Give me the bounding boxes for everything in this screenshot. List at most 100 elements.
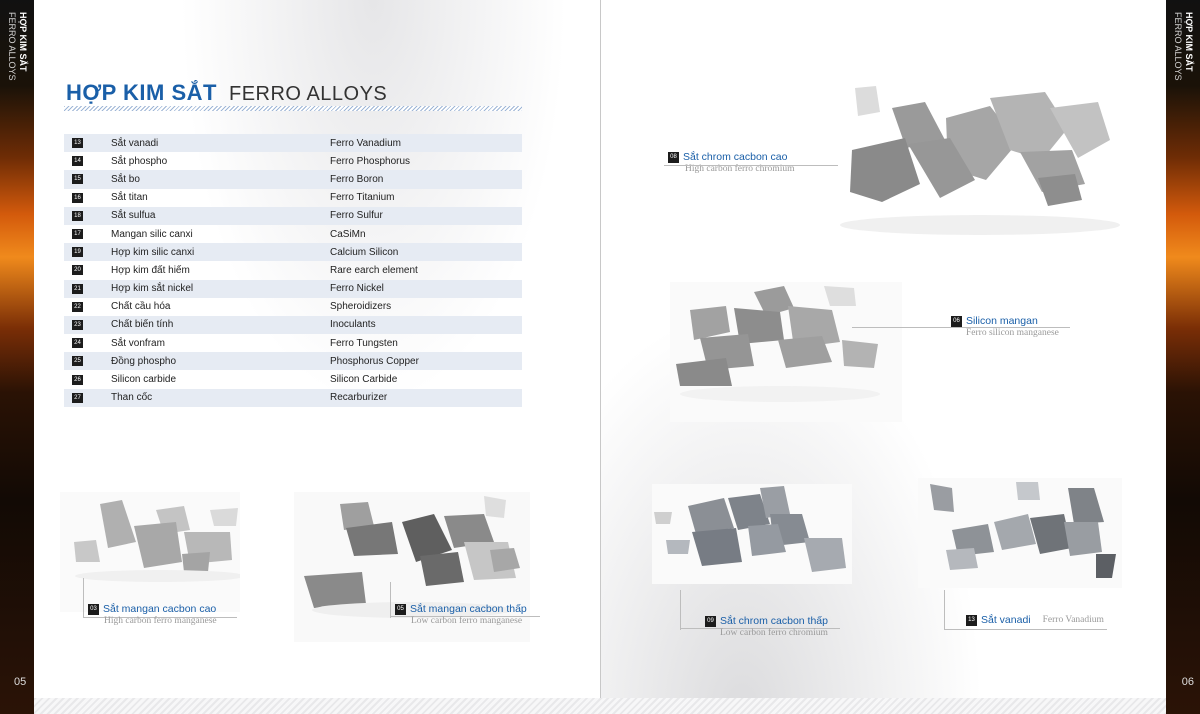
product-photo-high-carbon-ferro-manganese (60, 492, 240, 612)
caption-number: 06 (951, 315, 962, 327)
row-english-name: Ferro Tungsten (330, 337, 398, 349)
page-title: HỢP KIM SẮT FERRO ALLOYS (66, 80, 387, 108)
caption-high-carbon-ferro-chromium: 08 Sắt chrom cacbon cao High carbon ferr… (668, 151, 794, 174)
row-number-badge: 26 (72, 374, 83, 385)
caption-subtitle: Ferro Vanadium (1042, 615, 1104, 625)
caption-subtitle: Ferro silicon manganese (966, 328, 1059, 338)
table-row: 27 Than cốc Recarburizer (64, 388, 522, 407)
caption-high-carbon-ferro-manganese: 03 Sắt mangan cacbon cao High carbon fer… (88, 603, 217, 626)
row-vietnamese-name: Than cốc (111, 392, 153, 404)
row-english-name: Phosphorus Copper (330, 355, 419, 367)
row-english-name: Silicon Carbide (330, 374, 398, 386)
row-vietnamese-name: Sắt vanadi (111, 137, 159, 149)
table-row: 26 Silicon carbide Silicon Carbide (64, 370, 522, 388)
caption-title: Sắt mangan cacbon thấp (410, 603, 527, 615)
bottom-stripe (34, 698, 1166, 714)
row-vietnamese-name: Chất cầu hóa (111, 301, 171, 313)
row-english-name: Calcium Silicon (330, 246, 399, 258)
row-english-name: Ferro Nickel (330, 283, 384, 295)
alloy-table: 13 Sắt vanadi Ferro Vanadium 14 Sắt phospho F… (64, 134, 522, 407)
table-row: 17 Mangan silic canxi CaSiMn (64, 225, 522, 243)
row-vietnamese-name: Silicon carbide (111, 374, 177, 386)
caption-number: 05 (395, 603, 406, 615)
caption-rule (944, 590, 945, 630)
row-number-badge: 23 (72, 319, 83, 330)
row-english-name: Recarburizer (330, 392, 388, 404)
row-number-badge: 15 (72, 174, 83, 185)
table-row: 19 Hợp kim silic canxi Calcium Silicon (64, 243, 522, 262)
row-number-badge: 24 (72, 338, 83, 349)
caption-title: Sắt chrom cacbon thấp (720, 615, 828, 627)
caption-number: 03 (88, 603, 99, 615)
caption-number: 09 (705, 615, 716, 627)
table-row: 22 Chất cầu hóa Spheroidizers (64, 298, 522, 316)
caption-title: Sắt chrom cacbon cao (683, 151, 788, 163)
table-row: 16 Sắt titan Ferro Titanium (64, 189, 522, 207)
table-row: 13 Sắt vanadi Ferro Vanadium (64, 134, 522, 153)
caption-low-carbon-ferro-chromium: 09 Sắt chrom cacbon thấp Low carbon ferr… (705, 615, 828, 638)
left-side-label: HỢP KIM SẮT FERRO ALLOYS (6, 12, 28, 81)
row-vietnamese-name: Sắt titan (111, 192, 148, 204)
caption-title: Sắt mangan cacbon cao (103, 603, 217, 615)
table-row: 23 Chất biến tính Inoculants (64, 315, 522, 335)
row-vietnamese-name: Sắt vonfram (111, 337, 165, 349)
right-side-band: HỢP KIM SẮT FERRO ALLOYS (1166, 0, 1200, 714)
row-english-name: Spheroidizers (330, 301, 392, 313)
caption-ferro-vanadium: 13 Sắt vanadi Ferro Vanadium (966, 614, 1104, 626)
row-vietnamese-name: Hợp kim đất hiếm (111, 264, 190, 276)
side-label-en: FERRO ALLOYS (1173, 12, 1183, 81)
caption-number: 13 (966, 614, 977, 626)
row-number-badge: 16 (72, 192, 83, 203)
caption-rule (664, 165, 838, 166)
caption-number: 08 (668, 151, 679, 163)
row-vietnamese-name: Đồng phospho (111, 355, 177, 367)
row-number-badge: 18 (72, 210, 83, 221)
row-number-badge: 22 (72, 301, 83, 312)
product-photo-high-carbon-ferro-chromium (810, 80, 1122, 272)
page-spine (600, 0, 601, 714)
row-vietnamese-name: Sắt bo (111, 173, 140, 185)
table-row: 25 Đồng phospho Phosphorus Copper (64, 352, 522, 371)
left-side-band: HỢP KIM SẮT FERRO ALLOYS (0, 0, 34, 714)
table-row: 15 Sắt bo Ferro Boron (64, 170, 522, 189)
row-english-name: Ferro Boron (330, 173, 384, 185)
row-vietnamese-name: Chất biến tính (111, 319, 174, 331)
table-row: 21 Hợp kim sắt nickel Ferro Nickel (64, 279, 522, 298)
row-vietnamese-name: Sắt phospho (111, 155, 168, 167)
table-row: 14 Sắt phospho Ferro Phosphorus (64, 152, 522, 170)
row-vietnamese-name: Sắt sulfua (111, 210, 156, 222)
page-number-left: 05 (14, 676, 27, 688)
product-photo-ferro-silicon-manganese (670, 282, 902, 422)
page-title-en: FERRO ALLOYS (228, 83, 388, 105)
row-english-name: Ferro Titanium (330, 192, 395, 204)
caption-title: Silicon mangan (966, 315, 1038, 327)
table-row: 24 Sắt vonfram Ferro Tungsten (64, 334, 522, 352)
side-label-en: FERRO ALLOYS (7, 12, 17, 81)
product-photo-ferro-vanadium (918, 478, 1122, 588)
row-number-badge: 20 (72, 265, 83, 276)
caption-subtitle: Low carbon ferro chromium (720, 628, 828, 638)
table-row: 20 Hợp kim đất hiếm Rare earch element (64, 261, 522, 279)
page-title-vn: HỢP KIM SẮT (66, 80, 217, 105)
row-english-name: Ferro Phosphorus (330, 155, 411, 167)
row-number-badge: 27 (72, 392, 83, 403)
right-side-label: HỢP KIM SẮT FERRO ALLOYS (1172, 12, 1194, 81)
row-english-name: Ferro Sulfur (330, 210, 383, 222)
row-number-badge: 19 (72, 247, 83, 258)
row-number-badge: 21 (72, 283, 83, 294)
caption-rule (944, 629, 1107, 630)
row-english-name: Ferro Vanadium (330, 137, 401, 149)
row-vietnamese-name: Mangan silic canxi (111, 228, 193, 240)
row-number-badge: 17 (72, 229, 83, 240)
title-underline (64, 106, 522, 111)
caption-low-carbon-ferro-manganese: 05 Sắt mangan cacbon thấp Low carbon fer… (395, 603, 527, 626)
product-photo-low-carbon-ferro-chromium (652, 484, 852, 584)
row-number-badge: 25 (72, 356, 83, 367)
row-number-badge: 13 (72, 138, 83, 149)
row-english-name: Rare earch element (330, 264, 418, 276)
caption-subtitle: High carbon ferro manganese (104, 616, 217, 626)
caption-rule (390, 582, 391, 618)
side-label-vn: HỢP KIM SẮT (1184, 12, 1194, 72)
side-label-vn: HỢP KIM SẮT (18, 12, 28, 72)
caption-title: Sắt vanadi (981, 614, 1031, 626)
